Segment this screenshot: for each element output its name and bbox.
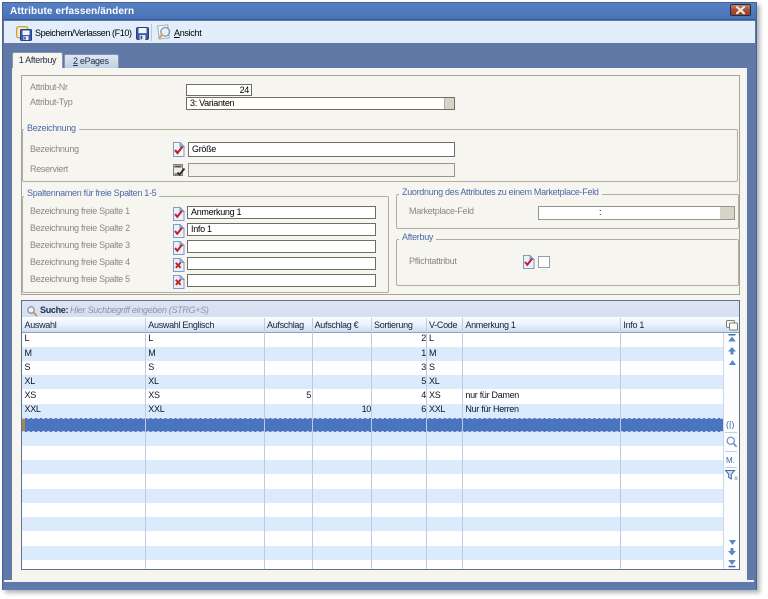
svg-text:(|): (|) xyxy=(726,420,734,430)
svg-text:M.: M. xyxy=(726,456,735,465)
